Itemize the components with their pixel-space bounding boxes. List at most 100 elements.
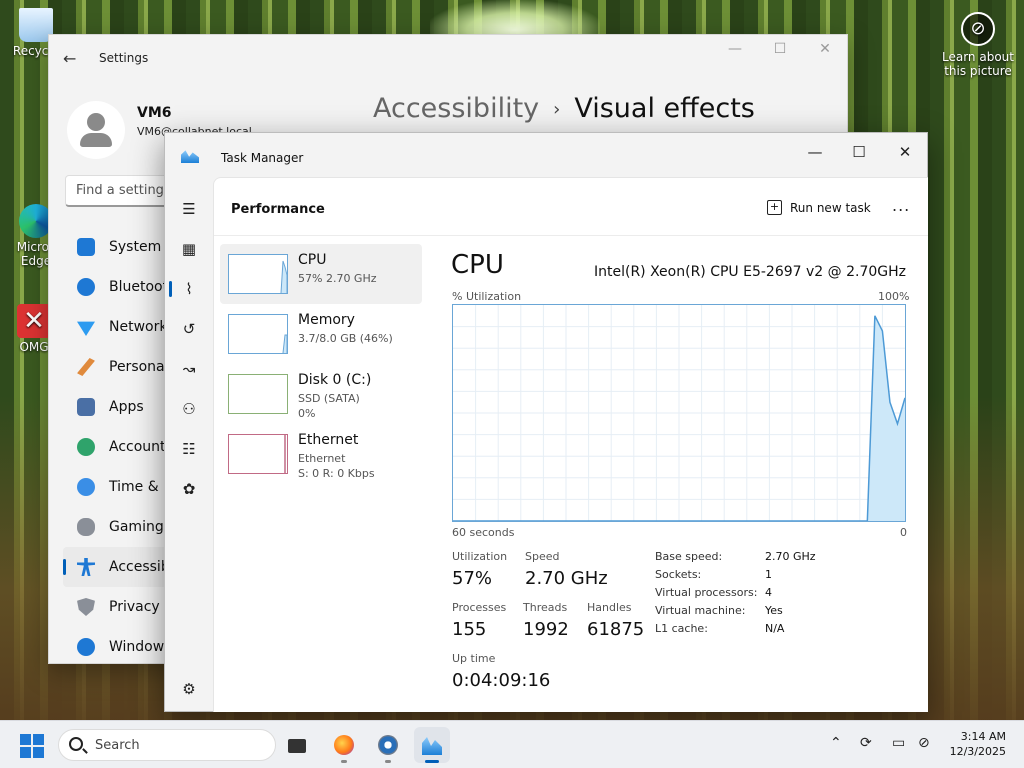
- search-icon: [69, 737, 83, 751]
- resource-disk[interactable]: Disk 0 (C:) SSD (SATA) 0%: [220, 364, 422, 424]
- task-manager-nav-rail: ☰ ▦ ⌇ ↺ ↝ ⚇ ☷ ✿ ⚙: [165, 177, 213, 713]
- breadcrumb-parent[interactable]: Accessibility: [373, 93, 539, 124]
- update-pending-icon[interactable]: ⟳: [860, 735, 872, 751]
- task-manager-title: Task Manager: [221, 151, 304, 165]
- task-manager-titlebar: Task Manager — ☐ ✕: [165, 133, 927, 177]
- chevron-right-icon: ›: [553, 99, 561, 120]
- minimize-button[interactable]: —: [715, 41, 755, 57]
- resource-throughput: S: 0 R: 0 Kbps: [298, 467, 375, 480]
- nav-label: Network: [109, 319, 168, 335]
- resource-name: Memory: [298, 312, 355, 328]
- task-manager-logo-icon: [181, 150, 199, 163]
- resource-detail: Ethernet: [298, 452, 346, 465]
- hamburger-menu-icon[interactable]: ☰: [177, 197, 201, 221]
- resource-ethernet[interactable]: Ethernet Ethernet S: 0 R: 0 Kbps: [220, 424, 422, 484]
- processes-value: 155: [452, 619, 487, 640]
- ethernet-thumbnail-graph: [284, 435, 286, 473]
- nav-label: Gaming: [109, 519, 164, 535]
- detail-value: 4: [765, 586, 772, 599]
- clock-time: 3:14 AM: [960, 730, 1006, 743]
- run-new-task-label: Run new task: [790, 200, 871, 215]
- detail-value: 1: [765, 568, 772, 581]
- taskbar-search[interactable]: Search: [58, 729, 276, 761]
- settings-gear-icon: [378, 735, 398, 755]
- system-icon: [77, 238, 95, 256]
- resource-list: CPU 57% 2.70 GHz Memory 3.7/8.0 GB (46%)…: [220, 244, 422, 484]
- details-icon[interactable]: ☷: [177, 437, 201, 461]
- taskbar: Search ⌃ ⟳ ▭ ⊘ 3:14 AM 12/3/2025: [0, 720, 1024, 768]
- resource-detail: 57% 2.70 GHz: [298, 272, 377, 285]
- more-options-icon[interactable]: ...: [892, 196, 910, 215]
- utilization-value: 57%: [452, 568, 493, 589]
- maximize-button[interactable]: ☐: [760, 41, 800, 57]
- graph-y-label: % Utilization: [452, 290, 522, 303]
- back-arrow-icon[interactable]: ←: [63, 49, 76, 68]
- threads-label: Threads: [523, 601, 568, 614]
- uptime-value: 0:04:09:16: [452, 670, 551, 691]
- detail-key: Virtual processors:: [655, 586, 758, 599]
- performance-header: Performance + Run new task ...: [214, 178, 928, 236]
- search-placeholder: Search: [95, 738, 140, 753]
- section-title: Performance: [231, 202, 325, 217]
- memory-thumbnail-graph: [282, 334, 288, 354]
- run-new-task-button[interactable]: + Run new task: [767, 200, 871, 215]
- cpu-thumbnail: [228, 254, 288, 294]
- disk-thumbnail: [228, 374, 288, 414]
- close-button[interactable]: ✕: [805, 41, 845, 57]
- taskbar-task-view[interactable]: [280, 727, 316, 763]
- apps-icon: [77, 398, 95, 416]
- startup-apps-icon[interactable]: ↝: [177, 357, 201, 381]
- uptime-label: Up time: [452, 652, 496, 665]
- detail-key: L1 cache:: [655, 622, 708, 635]
- graph-y-max: 100%: [878, 290, 910, 303]
- firefox-icon: [334, 735, 354, 755]
- nav-label: System: [109, 239, 162, 255]
- gamepad-icon: [77, 518, 95, 536]
- taskbar-settings[interactable]: [370, 727, 406, 763]
- cpu-graph-svg: [453, 305, 905, 521]
- performance-panel: Performance + Run new task ... CPU 57% 2.…: [213, 177, 928, 712]
- resource-cpu[interactable]: CPU 57% 2.70 GHz: [220, 244, 422, 304]
- display-icon[interactable]: ▭: [892, 735, 905, 751]
- task-view-icon: [288, 739, 306, 753]
- camera-icon: ⊘: [961, 12, 995, 46]
- resource-name: Ethernet: [298, 432, 359, 448]
- page-title: Visual effects: [574, 93, 755, 124]
- services-icon[interactable]: ✿: [177, 477, 201, 501]
- bluetooth-icon: [77, 278, 95, 296]
- learn-about-label: Learn about this picture: [942, 50, 1014, 78]
- cpu-heading: CPU: [451, 250, 504, 280]
- resource-usage: 0%: [298, 407, 316, 420]
- close-button[interactable]: ✕: [882, 137, 928, 167]
- minimize-button[interactable]: —: [792, 137, 838, 167]
- detail-key: Virtual machine:: [655, 604, 746, 617]
- taskbar-firefox[interactable]: [326, 727, 362, 763]
- memory-thumbnail: [228, 314, 288, 354]
- task-manager-window: Task Manager — ☐ ✕ ☰ ▦ ⌇ ↺ ↝ ⚇ ☷ ✿ ⚙ Per…: [164, 132, 928, 712]
- users-icon[interactable]: ⚇: [177, 397, 201, 421]
- threads-value: 1992: [523, 619, 569, 640]
- detail-key: Base speed:: [655, 550, 723, 563]
- resource-memory[interactable]: Memory 3.7/8.0 GB (46%): [220, 304, 422, 364]
- clock[interactable]: 3:14 AM 12/3/2025: [944, 729, 1006, 759]
- detail-key: Sockets:: [655, 568, 702, 581]
- network-volume-icon[interactable]: ⊘: [918, 735, 930, 751]
- chevron-up-icon[interactable]: ⌃: [830, 735, 842, 751]
- task-manager-icon: [422, 737, 442, 755]
- maximize-button[interactable]: ☐: [836, 137, 882, 167]
- performance-icon[interactable]: ⌇: [169, 277, 201, 301]
- graph-x-label-right: 0: [900, 526, 907, 539]
- taskbar-task-manager[interactable]: [414, 727, 450, 763]
- resource-detail: 3.7/8.0 GB (46%): [298, 332, 393, 345]
- nav-label: Apps: [109, 399, 144, 415]
- learn-about-picture[interactable]: ⊘ Learn about this picture: [938, 12, 1018, 78]
- app-history-icon[interactable]: ↺: [177, 317, 201, 341]
- avatar: [67, 101, 125, 159]
- processes-icon[interactable]: ▦: [177, 237, 201, 261]
- run-task-icon: +: [767, 200, 782, 215]
- globe-clock-icon: [77, 478, 95, 496]
- graph-x-label-left: 60 seconds: [452, 526, 515, 539]
- settings-gear-icon[interactable]: ⚙: [177, 677, 201, 701]
- wifi-icon: [77, 321, 95, 336]
- start-button[interactable]: [20, 734, 44, 758]
